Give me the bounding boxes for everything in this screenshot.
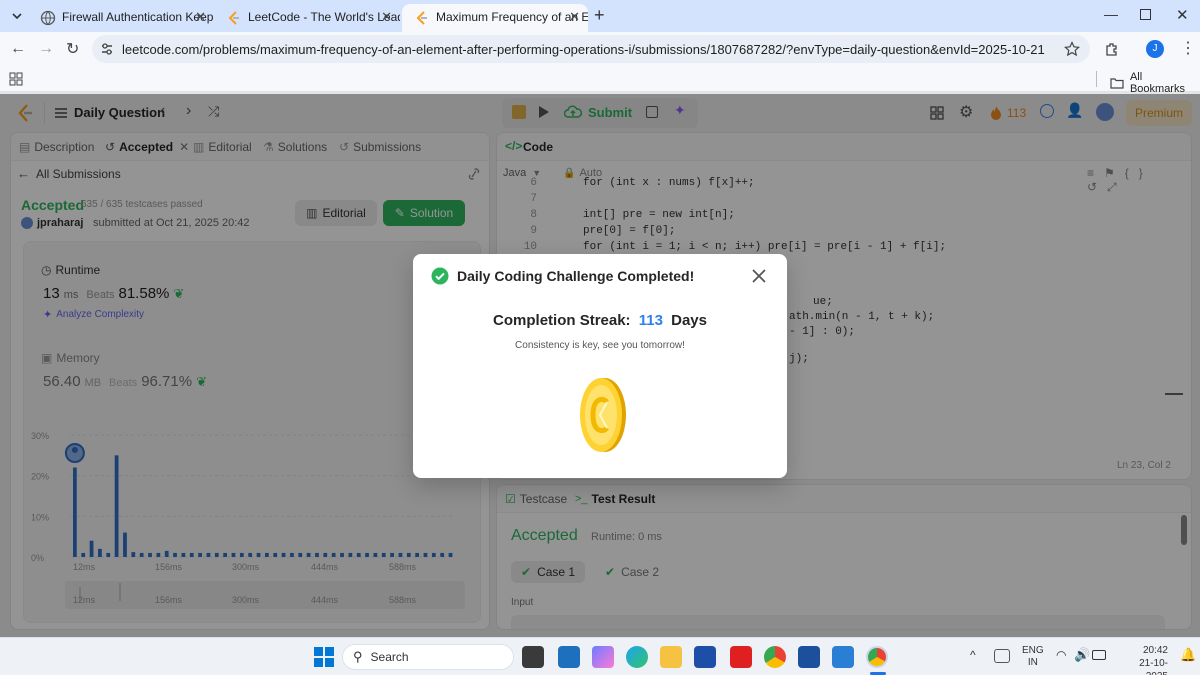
address-row: ← → ↻ leetcode.com/problems/maximum-freq… [0, 32, 1200, 66]
chrome-active-icon[interactable] [866, 646, 888, 668]
notification-bell-icon[interactable]: 🔔 [1180, 647, 1196, 663]
leetcode-logo-icon [228, 11, 239, 25]
clock-date: 21-10-2025 [1139, 658, 1168, 675]
edge-icon[interactable] [626, 646, 648, 668]
app-icon[interactable] [798, 646, 820, 668]
copilot-icon[interactable] [592, 646, 614, 668]
browser-tab-bar: Firewall Authentication Keepalive ✕ Leet… [0, 0, 1200, 32]
gold-coin-icon [580, 378, 626, 452]
leetcode-logo-icon [416, 11, 427, 25]
tab-list-button[interactable] [8, 7, 26, 25]
reload-button[interactable]: ↻ [66, 39, 79, 59]
bookmarks-bar: All Bookmarks [0, 66, 1200, 95]
search-icon: ⚲ [353, 649, 363, 664]
onedrive-icon[interactable] [994, 649, 1010, 663]
restore-button[interactable] [1140, 9, 1151, 20]
streak-value: 113 [638, 312, 663, 329]
daily-challenge-modal: Daily Coding Challenge Completed! Comple… [413, 254, 787, 478]
browser-tab-firewall[interactable]: Firewall Authentication Keepalive ✕ [28, 4, 214, 32]
language-code: ENG [1022, 645, 1044, 656]
chrome-icon[interactable] [764, 646, 786, 668]
clock-time: 20:42 [1142, 645, 1168, 656]
close-icon[interactable] [751, 268, 767, 284]
taskbar-search[interactable]: ⚲ Search [342, 644, 514, 670]
extensions-icon[interactable] [1104, 41, 1120, 57]
browser-menu-icon[interactable]: ⋮ [1180, 38, 1196, 58]
profile-avatar[interactable]: J [1146, 40, 1164, 58]
wifi-icon[interactable]: ◠ [1056, 648, 1066, 662]
volume-icon[interactable]: 🔊 [1074, 647, 1090, 663]
modal-subtitle: Consistency is key, see you tomorrow! [515, 340, 685, 351]
all-bookmarks-label: All Bookmarks [1129, 71, 1185, 95]
tab-title: Firewall Authentication Keepalive [62, 10, 214, 24]
taskbar-search-label: Search [370, 650, 409, 664]
app-icon[interactable] [694, 646, 716, 668]
folder-icon [1110, 78, 1124, 89]
back-button[interactable]: ← [10, 40, 26, 58]
star-icon[interactable] [1064, 41, 1080, 57]
close-tab-icon[interactable]: ✕ [195, 4, 206, 30]
url-text: leetcode.com/problems/maximum-frequency-… [122, 42, 1045, 57]
browser-tab-leetcode[interactable]: LeetCode - The World's Leading ✕ [214, 4, 400, 32]
streak-unit: Days [671, 312, 707, 329]
store-icon[interactable] [558, 646, 580, 668]
modal-title: Daily Coding Challenge Completed! [457, 268, 695, 284]
close-tab-icon[interactable]: ✕ [569, 4, 580, 30]
input-language[interactable]: ENG IN [1022, 645, 1044, 669]
clock[interactable]: 20:42 21-10-2025 [1118, 644, 1168, 675]
windows-taskbar: ⚲ Search ^ ENG IN ◠ 🔊 20:42 21-10-2025 🔔 [0, 637, 1200, 675]
tab-title: LeetCode - The World's Leading [248, 10, 400, 24]
address-bar[interactable]: leetcode.com/problems/maximum-frequency-… [92, 35, 1090, 63]
check-circle-icon [431, 267, 449, 285]
globe-icon [40, 10, 56, 26]
site-settings-icon[interactable] [100, 42, 114, 56]
streak-line: Completion Streak: 113 Days [413, 312, 787, 329]
close-window-button[interactable]: ✕ [1176, 6, 1189, 24]
minimize-button[interactable]: — [1104, 6, 1118, 22]
new-tab-button[interactable]: + [594, 5, 605, 26]
task-view-icon[interactable] [522, 646, 544, 668]
chevron-down-icon [12, 13, 22, 20]
streak-label: Completion Streak: [493, 312, 631, 329]
all-bookmarks-button[interactable]: All Bookmarks [1110, 71, 1200, 95]
windows-start-icon[interactable] [314, 647, 334, 667]
browser-tab-active[interactable]: Maximum Frequency of an Element ✕ [402, 4, 588, 32]
bookmarks-divider [1096, 71, 1097, 87]
tab-title: Maximum Frequency of an Element [436, 10, 588, 24]
file-explorer-icon[interactable] [660, 646, 682, 668]
modal-header: Daily Coding Challenge Completed! [431, 267, 694, 285]
battery-icon[interactable] [1092, 650, 1106, 660]
forward-button[interactable]: → [38, 40, 54, 58]
region-code: IN [1027, 657, 1038, 668]
cisco-icon[interactable] [832, 646, 854, 668]
youtube-icon[interactable] [730, 646, 752, 668]
apps-grid-icon[interactable] [9, 72, 23, 86]
chevron-up-icon[interactable]: ^ [970, 648, 976, 662]
close-tab-icon[interactable]: ✕ [381, 4, 392, 30]
